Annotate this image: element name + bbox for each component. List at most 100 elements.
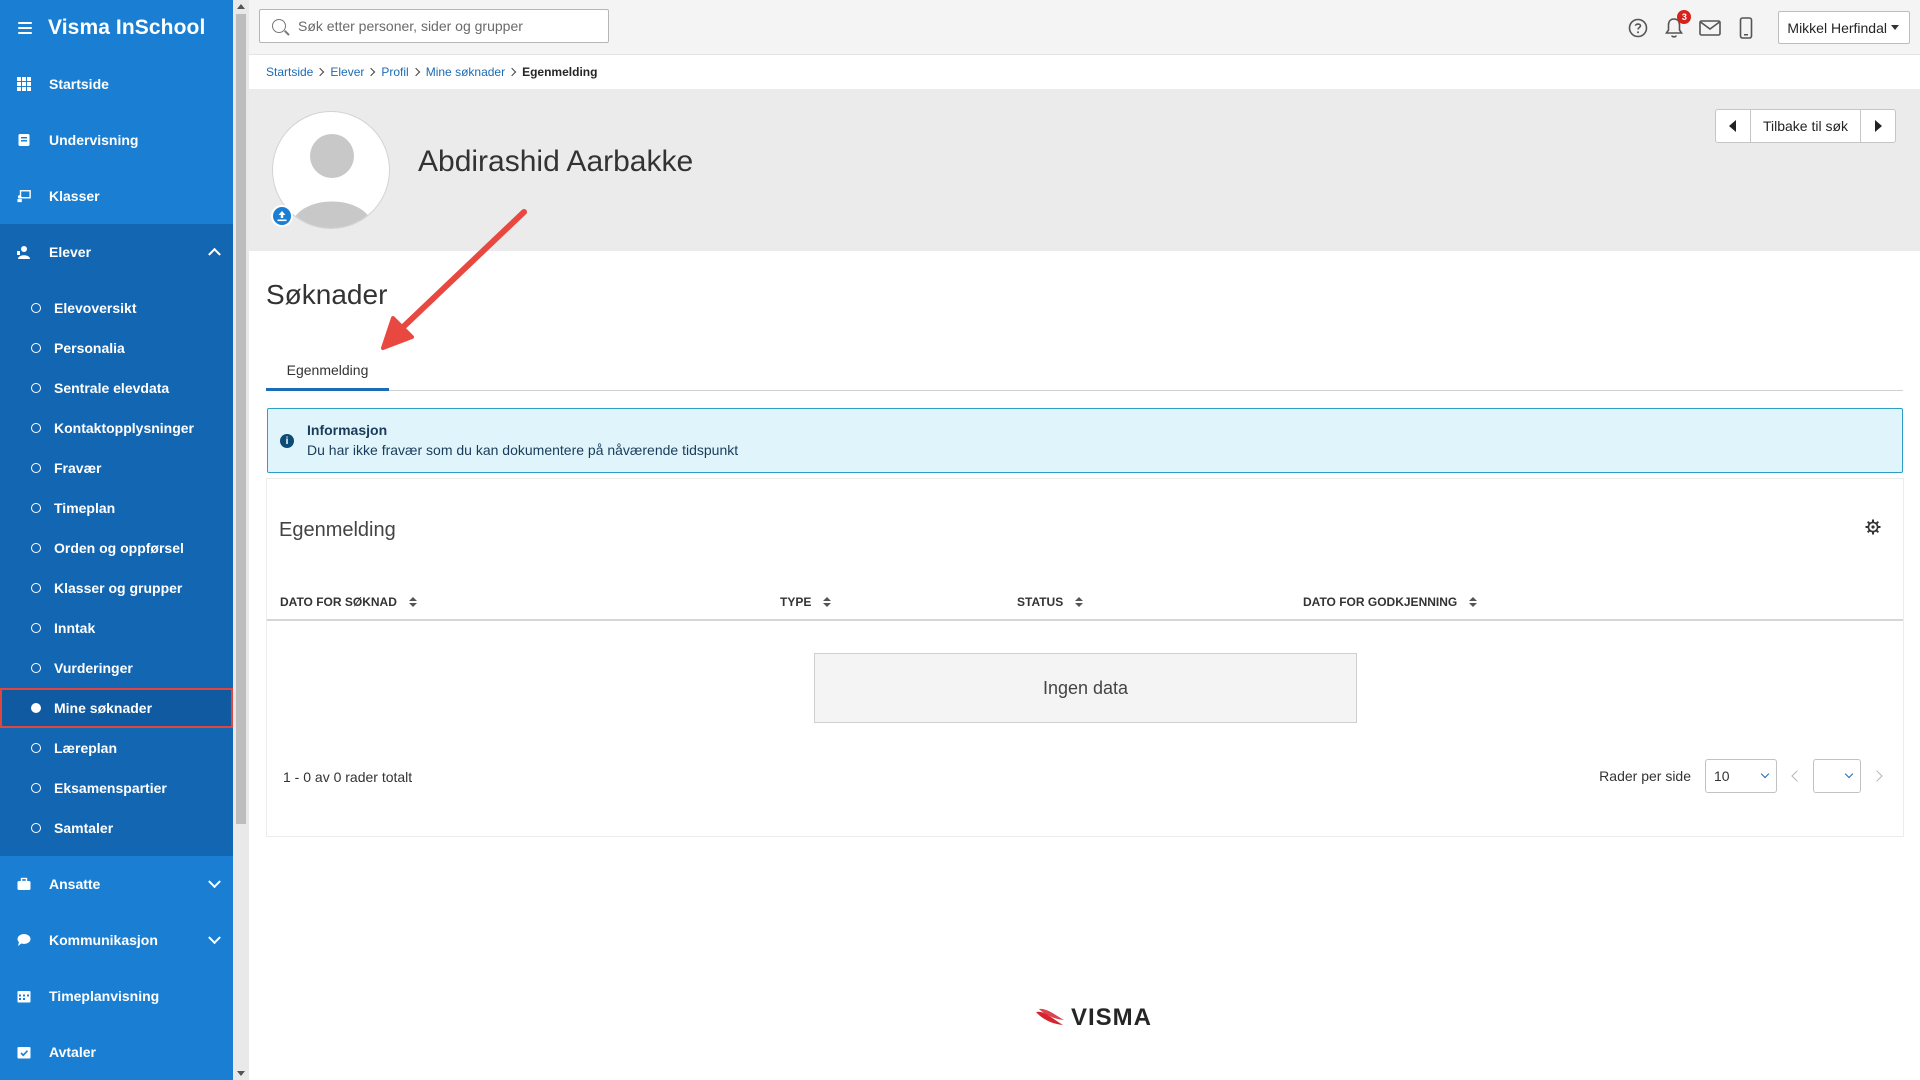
column-header-type[interactable]: TYPE bbox=[780, 595, 832, 609]
column-header-status[interactable]: STATUS bbox=[1017, 595, 1084, 609]
previous-page-icon[interactable] bbox=[1791, 770, 1803, 782]
students-icon bbox=[17, 245, 31, 259]
rows-per-page-select[interactable]: 10 bbox=[1705, 759, 1777, 793]
breadcrumb: Startside Elever Profil Mine søknader Eg… bbox=[249, 55, 1920, 89]
next-page-icon[interactable] bbox=[1871, 770, 1883, 782]
notifications-bell-icon[interactable]: 3 bbox=[1663, 9, 1692, 39]
sidebar-subitem-klasser-og-grupper[interactable]: Klasser og grupper bbox=[0, 568, 233, 608]
caret-left-icon bbox=[1729, 120, 1737, 132]
tab-egenmelding[interactable]: Egenmelding bbox=[266, 351, 389, 391]
mail-icon[interactable] bbox=[1699, 17, 1722, 39]
search-icon bbox=[272, 19, 286, 33]
caret-down-icon bbox=[1891, 25, 1899, 30]
circle-icon bbox=[31, 383, 41, 393]
gear-icon[interactable] bbox=[1865, 519, 1881, 540]
sidebar-subitem-label: Kontaktopplysninger bbox=[54, 420, 195, 436]
visma-mark-icon bbox=[1036, 1008, 1064, 1025]
sidebar-subitem-label: Inntak bbox=[54, 620, 96, 636]
sidebar-subitem-mine-soknader[interactable]: Mine søknader bbox=[0, 688, 233, 728]
chevron-down-icon bbox=[1844, 769, 1854, 779]
search-pager: Tilbake til søk bbox=[1714, 109, 1896, 143]
page-select[interactable] bbox=[1813, 759, 1861, 793]
table-title: Egenmelding bbox=[279, 519, 396, 541]
app-title: Visma InSchool bbox=[48, 16, 206, 39]
scroll-down-icon[interactable] bbox=[237, 1071, 245, 1076]
sidebar-scrollbar[interactable] bbox=[233, 0, 249, 1080]
sidebar-subitem-inntak[interactable]: Inntak bbox=[0, 608, 233, 648]
circle-icon bbox=[31, 303, 41, 313]
circle-icon bbox=[31, 423, 41, 433]
circle-icon bbox=[31, 343, 41, 353]
help-icon[interactable] bbox=[1627, 17, 1649, 39]
tab-bar: Egenmelding bbox=[266, 351, 1903, 391]
hamburger-menu-icon[interactable] bbox=[18, 22, 32, 34]
sidebar-subitem-label: Orden og oppførsel bbox=[54, 540, 184, 556]
empty-state: Ingen data bbox=[814, 653, 1357, 723]
sort-icon bbox=[1075, 597, 1084, 607]
next-result-button[interactable] bbox=[1861, 110, 1895, 142]
back-to-search-button[interactable]: Tilbake til søk bbox=[1749, 110, 1861, 142]
search-input[interactable] bbox=[298, 18, 598, 34]
sidebar-subitem-label: Vurderinger bbox=[54, 660, 133, 676]
sidebar-subitem-fravaer[interactable]: Fravær bbox=[0, 448, 233, 488]
sidebar-item-elever[interactable]: Elever bbox=[0, 224, 233, 280]
sidebar-subitem-timeplan[interactable]: Timeplan bbox=[0, 488, 233, 528]
breadcrumb-elever[interactable]: Elever bbox=[330, 65, 364, 79]
sidebar-subitem-samtaler[interactable]: Samtaler bbox=[0, 808, 233, 848]
previous-result-button[interactable] bbox=[1716, 110, 1750, 142]
column-header-label: DATO FOR GODKJENNING bbox=[1303, 595, 1458, 609]
user-name: Mikkel Herfindal bbox=[1787, 19, 1887, 36]
circle-icon bbox=[31, 663, 41, 673]
scrollbar-thumb[interactable] bbox=[236, 14, 246, 824]
sidebar-subitem-laereplan[interactable]: Læreplan bbox=[0, 728, 233, 768]
chevron-down-icon[interactable] bbox=[208, 931, 221, 945]
elever-submenu: Elevoversikt Personalia Sentrale elevdat… bbox=[0, 280, 233, 856]
sidebar-subitem-kontaktopplysninger[interactable]: Kontaktopplysninger bbox=[0, 408, 233, 448]
upload-photo-icon[interactable] bbox=[271, 205, 293, 227]
column-header-dato-for-godkjenning[interactable]: DATO FOR GODKJENNING bbox=[1303, 595, 1478, 609]
breadcrumb-startside[interactable]: Startside bbox=[266, 65, 313, 79]
sidebar-subitem-vurderinger[interactable]: Vurderinger bbox=[0, 648, 233, 688]
notification-badge: 3 bbox=[1677, 9, 1692, 24]
column-header-dato-for-soknad[interactable]: DATO FOR SØKNAD bbox=[280, 595, 417, 609]
info-text: Du har ikke fravær som du kan dokumenter… bbox=[307, 442, 739, 458]
sidebar-subitem-sentrale-elevdata[interactable]: Sentrale elevdata bbox=[0, 368, 233, 408]
search-box[interactable] bbox=[259, 9, 609, 43]
sidebar-subitem-label: Eksamenspartier bbox=[54, 780, 167, 796]
sidebar-subitem-label: Elevoversikt bbox=[54, 300, 137, 316]
pagination: Rader per side 10 bbox=[1599, 759, 1885, 793]
grid-icon bbox=[17, 77, 31, 91]
chat-icon bbox=[17, 933, 31, 947]
sidebar-subitem-orden-og-oppforsel[interactable]: Orden og oppførsel bbox=[0, 528, 233, 568]
sidebar-item-ansatte[interactable]: Ansatte bbox=[0, 856, 233, 912]
chevron-down-icon[interactable] bbox=[208, 875, 221, 889]
topbar-actions: 3 Mikkel Herfindal bbox=[1620, 0, 1920, 55]
scroll-up-icon[interactable] bbox=[237, 4, 245, 9]
circle-filled-icon bbox=[31, 703, 41, 713]
main-area: 3 Mikkel Herfindal Startside Elever Prof… bbox=[249, 0, 1920, 1080]
sidebar-item-label: Kommunikasjon bbox=[49, 932, 158, 948]
chevron-up-icon[interactable] bbox=[208, 247, 221, 261]
sidebar-item-klasser[interactable]: Klasser bbox=[0, 168, 233, 224]
app-brand[interactable]: Visma InSchool bbox=[0, 0, 233, 56]
circle-icon bbox=[31, 543, 41, 553]
sidebar-subitem-personalia[interactable]: Personalia bbox=[0, 328, 233, 368]
sidebar: Visma InSchool Startside Undervisning Kl… bbox=[0, 0, 233, 1080]
breadcrumb-mine-soknader[interactable]: Mine søknader bbox=[426, 65, 505, 79]
rows-summary: 1 - 0 av 0 rader totalt bbox=[283, 769, 413, 785]
breadcrumb-profil[interactable]: Profil bbox=[381, 65, 408, 79]
column-header-label: TYPE bbox=[780, 595, 812, 609]
sidebar-item-label: Elever bbox=[49, 244, 92, 260]
sidebar-item-undervisning[interactable]: Undervisning bbox=[0, 112, 233, 168]
circle-icon bbox=[31, 823, 41, 833]
sidebar-item-avtaler[interactable]: Avtaler bbox=[0, 1024, 233, 1080]
sidebar-item-timeplanvisning[interactable]: Timeplanvisning bbox=[0, 968, 233, 1024]
sidebar-item-startside[interactable]: Startside bbox=[0, 56, 233, 112]
user-menu-button[interactable]: Mikkel Herfindal bbox=[1778, 11, 1910, 44]
sort-icon bbox=[1469, 597, 1478, 607]
sidebar-subitem-elevoversikt[interactable]: Elevoversikt bbox=[0, 288, 233, 328]
mobile-phone-icon[interactable] bbox=[1735, 16, 1757, 39]
sidebar-subitem-eksamenspartier[interactable]: Eksamenspartier bbox=[0, 768, 233, 808]
sidebar-item-kommunikasjon[interactable]: Kommunikasjon bbox=[0, 912, 233, 968]
caret-right-icon bbox=[1874, 120, 1882, 132]
